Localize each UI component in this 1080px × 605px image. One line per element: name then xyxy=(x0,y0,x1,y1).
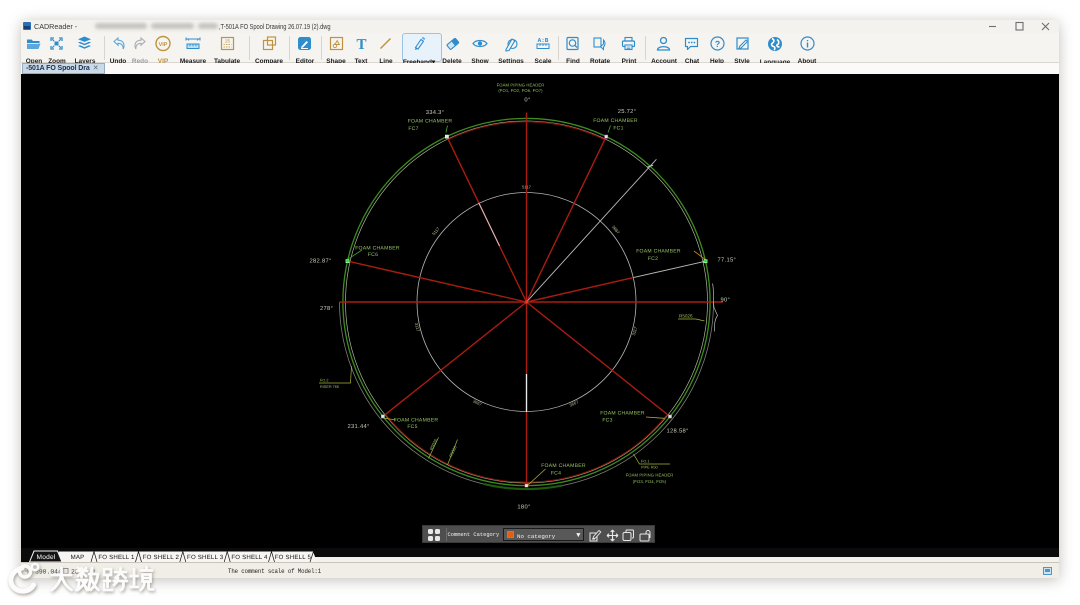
svg-text:FC1: FC1 xyxy=(613,126,623,132)
svg-text:FC2: FC2 xyxy=(648,256,658,262)
svg-text:FOAM CHAMBER: FOAM CHAMBER xyxy=(593,118,638,124)
svg-text:FO SHELL 5: FO SHELL 5 xyxy=(275,554,312,561)
svg-text:VIP: VIP xyxy=(159,42,168,48)
svg-text:FOAM CHAMBER: FOAM CHAMBER xyxy=(636,249,681,255)
svg-text:FC3: FC3 xyxy=(602,418,612,424)
svg-text:FO.2: FO.2 xyxy=(320,379,328,383)
svg-text:5117: 5117 xyxy=(522,185,532,190)
svg-text:FC6: FC6 xyxy=(368,252,378,258)
svg-text:390.044: 390.044 xyxy=(35,569,62,576)
svg-text:3667: 3667 xyxy=(569,399,580,408)
svg-text:R5026: R5026 xyxy=(679,314,693,319)
svg-text:90°: 90° xyxy=(721,297,731,304)
svg-text:?: ? xyxy=(714,39,720,49)
svg-text:FOAM PIPING HEADER: FOAM PIPING HEADER xyxy=(497,83,545,88)
svg-text:A:B: A:B xyxy=(538,37,549,44)
svg-text:25: 25 xyxy=(224,39,230,44)
svg-text:25.72°: 25.72° xyxy=(618,108,637,115)
svg-text:180°: 180° xyxy=(517,504,530,511)
svg-text:RISER 766: RISER 766 xyxy=(320,385,339,389)
svg-text:3667: 3667 xyxy=(472,398,483,407)
svg-text:282.87°: 282.87° xyxy=(310,258,332,265)
svg-text:(FO1, FO2, FO6, FO7): (FO1, FO2, FO6, FO7) xyxy=(498,88,543,93)
svg-text:5117: 5117 xyxy=(431,226,441,237)
svg-text:278°: 278° xyxy=(320,305,333,312)
svg-text:231.44°: 231.44° xyxy=(348,423,370,430)
svg-text:R5026: R5026 xyxy=(428,437,438,450)
svg-text:R5026: R5026 xyxy=(448,444,458,457)
svg-text:0°: 0° xyxy=(524,97,530,104)
svg-text:FOAM PIPING HEADER: FOAM PIPING HEADER xyxy=(626,473,674,478)
svg-text:FO SHELL 3: FO SHELL 3 xyxy=(187,554,224,561)
svg-text:3117: 3117 xyxy=(414,322,421,333)
svg-text:334.3°: 334.3° xyxy=(426,109,445,116)
svg-text:128.58°: 128.58° xyxy=(667,428,689,435)
svg-text:FOAM CHAMBER: FOAM CHAMBER xyxy=(355,246,400,252)
svg-text:2871.79: 2871.79 xyxy=(71,569,95,576)
svg-text:FO.1: FO.1 xyxy=(641,460,649,464)
svg-text:FO SHELL 2: FO SHELL 2 xyxy=(143,554,180,561)
svg-text:77.15°: 77.15° xyxy=(718,257,737,264)
svg-text:PIPE R50: PIPE R50 xyxy=(641,466,658,470)
svg-text:FO SHELL 4: FO SHELL 4 xyxy=(231,554,268,561)
svg-text:FC5: FC5 xyxy=(407,424,417,430)
svg-text:FOAM CHAMBER: FOAM CHAMBER xyxy=(541,463,586,469)
svg-text:MAP: MAP xyxy=(71,554,85,561)
svg-text:FOAM CHAMBER: FOAM CHAMBER xyxy=(600,411,645,417)
svg-text:FO SHELL 1: FO SHELL 1 xyxy=(98,554,135,561)
svg-text:3117: 3117 xyxy=(631,325,638,336)
svg-text:FC7: FC7 xyxy=(408,126,418,132)
svg-text:FC4: FC4 xyxy=(551,471,561,477)
svg-text:FOAM CHAMBER: FOAM CHAMBER xyxy=(394,418,439,424)
svg-text:FOAM CHAMBER: FOAM CHAMBER xyxy=(408,119,453,125)
svg-text:(FO3, FO4, FO5): (FO3, FO4, FO5) xyxy=(633,479,667,484)
svg-text:Model: Model xyxy=(37,554,56,561)
